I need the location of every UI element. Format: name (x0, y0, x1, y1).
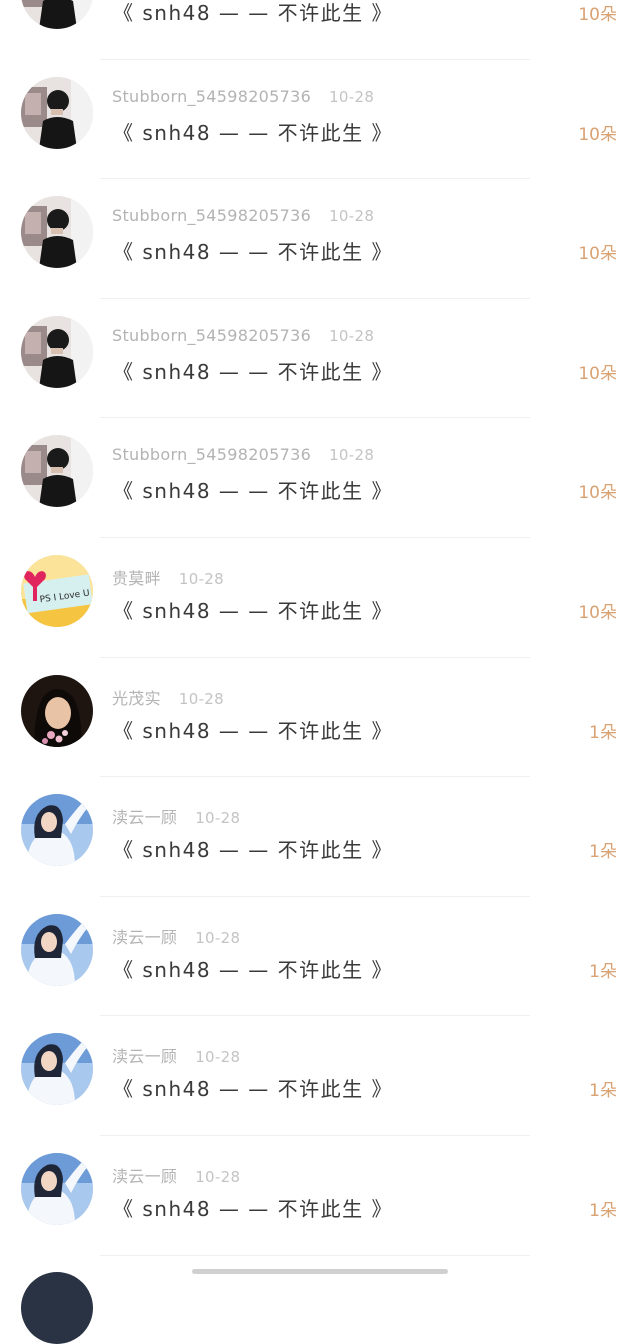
sender-line: 渎云一顾 10-28 (112, 804, 240, 828)
message-text: 《 snh48 — — 不许此生 》 (113, 718, 394, 743)
list-item[interactable]: 渎云一顾 10-28 《 snh48 — — 不许此生 》 1朵 (0, 897, 640, 1017)
flower-count: 10朵 (578, 363, 617, 384)
flower-count: 10朵 (578, 244, 617, 265)
avatar[interactable] (21, 196, 93, 269)
message-date: 10-28 (329, 446, 375, 465)
sender-line: Stubborn_54598205736 10-28 (112, 87, 374, 106)
sender-line: 贵莫畔 10-28 (112, 565, 224, 589)
flower-count: 1朵 (589, 722, 617, 743)
flower-count: 10朵 (578, 483, 617, 504)
message-text: 《 snh48 — — 不许此生 》 (113, 838, 394, 863)
sender-line: Stubborn_54598205736 10-28 (112, 326, 374, 345)
message-date: 10-28 (195, 1167, 241, 1186)
sender-name[interactable]: Stubborn_54598205736 (112, 326, 311, 345)
sender-name[interactable]: 渎云一顾 (112, 928, 177, 947)
sender-name[interactable]: 渎云一顾 (112, 808, 177, 827)
message-text: 《 snh48 — — 不许此生 》 (113, 120, 394, 145)
list-item[interactable]: Stubborn_54598205736 10-28 《 snh48 — — 不许… (0, 418, 640, 538)
list-item[interactable]: 渎云一顾 10-28 《 snh48 — — 不许此生 》 1朵 (0, 1016, 640, 1136)
sender-name[interactable]: Stubborn_54598205736 (112, 445, 311, 464)
message-date: 10-28 (195, 1048, 241, 1067)
flower-count: 1朵 (589, 961, 617, 982)
avatar[interactable] (21, 1272, 93, 1344)
avatar[interactable]: PS I Love U (21, 554, 93, 627)
avatar[interactable] (21, 794, 93, 867)
list-item[interactable]: PS I Love U 贵莫畔 10-28 《 snh48 — — 不许此生 》 … (0, 538, 640, 658)
flower-count: 1朵 (589, 1200, 617, 1221)
list-item[interactable]: 渎云一顾 10-28 《 snh48 — — 不许此生 》 1朵 (0, 777, 640, 897)
avatar[interactable] (21, 674, 93, 747)
ps-i-love-u-avatar-icon: PS I Love U (21, 554, 93, 627)
sender-line: Stubborn_54598205736 10-28 (112, 445, 374, 464)
message-text: 《 snh48 — — 不许此生 》 (113, 240, 394, 265)
sender-name[interactable]: Stubborn_54598205736 (112, 87, 311, 106)
girl-blue-avatar-icon (21, 913, 93, 986)
avatar[interactable] (21, 315, 93, 388)
dark-person-avatar-icon (21, 435, 93, 508)
sender-line: 渎云一顾 10-28 (112, 1043, 240, 1067)
message-date: 10-28 (329, 207, 375, 226)
dark-person-avatar-icon (21, 0, 93, 29)
avatar[interactable] (21, 0, 93, 29)
avatar[interactable] (21, 76, 93, 149)
message-date: 10-28 (178, 569, 224, 588)
sender-name[interactable]: 光茂实 (112, 689, 161, 708)
sender-name[interactable]: 渎云一顾 (112, 1167, 177, 1186)
message-text: 《 snh48 — — 不许此生 》 (113, 957, 394, 982)
girl-blue-avatar-icon (21, 1152, 93, 1225)
list-item[interactable]: 渎云一顾 10-28 《 snh48 — — 不许此生 》 1朵 (0, 1136, 640, 1256)
message-text: 《 snh48 — — 不许此生 》 (113, 479, 394, 504)
message-date: 10-28 (195, 809, 241, 828)
message-text: 《 snh48 — — 不许此生 》 (113, 1196, 394, 1221)
message-date: 10-28 (178, 689, 224, 708)
message-text: 《 snh48 — — 不许此生 》 (113, 1, 394, 25)
flower-count: 10朵 (578, 5, 617, 25)
message-text: 《 snh48 — — 不许此生 》 (113, 598, 394, 623)
message-text: 《 snh48 — — 不许此生 》 (113, 1077, 394, 1102)
message-date: 10-28 (329, 87, 375, 106)
girl-blue-avatar-icon (21, 1033, 93, 1106)
message-date: 10-28 (329, 326, 375, 345)
dark-person-avatar-icon (21, 196, 93, 269)
sender-name[interactable]: Stubborn_54598205736 (112, 206, 311, 225)
girl-blue-avatar-icon (21, 794, 93, 867)
list-item[interactable]: Stubborn_54598205736 10-28 《 snh48 — — 不许… (0, 179, 640, 299)
flower-count: 10朵 (578, 124, 617, 145)
flower-count: 10朵 (578, 602, 617, 623)
list-item[interactable]: Stubborn_54598205736 10-28 《 snh48 — — 不许… (0, 60, 640, 180)
flower-count: 1朵 (589, 842, 617, 863)
list-item[interactable]: 光茂实 10-28 《 snh48 — — 不许此生 》 1朵 (0, 658, 640, 778)
sender-line: 光茂实 10-28 (112, 685, 224, 709)
avatar[interactable] (21, 1152, 93, 1225)
message-text: 《 snh48 — — 不许此生 》 (113, 359, 394, 384)
divider (100, 1254, 530, 1256)
avatar[interactable] (21, 435, 93, 508)
gift-message-list: 《 snh48 — — 不许此生 》 10朵 Stubborn_54598205… (0, 0, 640, 1256)
avatar[interactable] (21, 913, 93, 986)
sender-line: 渎云一顾 10-28 (112, 1163, 240, 1187)
sender-line: Stubborn_54598205736 10-28 (112, 206, 374, 225)
sender-name[interactable]: 渎云一顾 (112, 1047, 177, 1066)
girl-flowers-avatar-icon (21, 674, 93, 747)
dark-person-avatar-icon (21, 315, 93, 388)
message-date: 10-28 (195, 928, 241, 947)
dark-person-avatar-icon (21, 76, 93, 149)
sender-name[interactable]: 贵莫畔 (112, 569, 161, 588)
list-item[interactable]: Stubborn_54598205736 10-28 《 snh48 — — 不许… (0, 299, 640, 419)
home-indicator[interactable] (192, 1269, 448, 1274)
list-item[interactable]: 《 snh48 — — 不许此生 》 10朵 (0, 0, 640, 60)
avatar[interactable] (21, 1033, 93, 1106)
flower-count: 1朵 (589, 1081, 617, 1102)
sender-line: 渎云一顾 10-28 (112, 924, 240, 948)
